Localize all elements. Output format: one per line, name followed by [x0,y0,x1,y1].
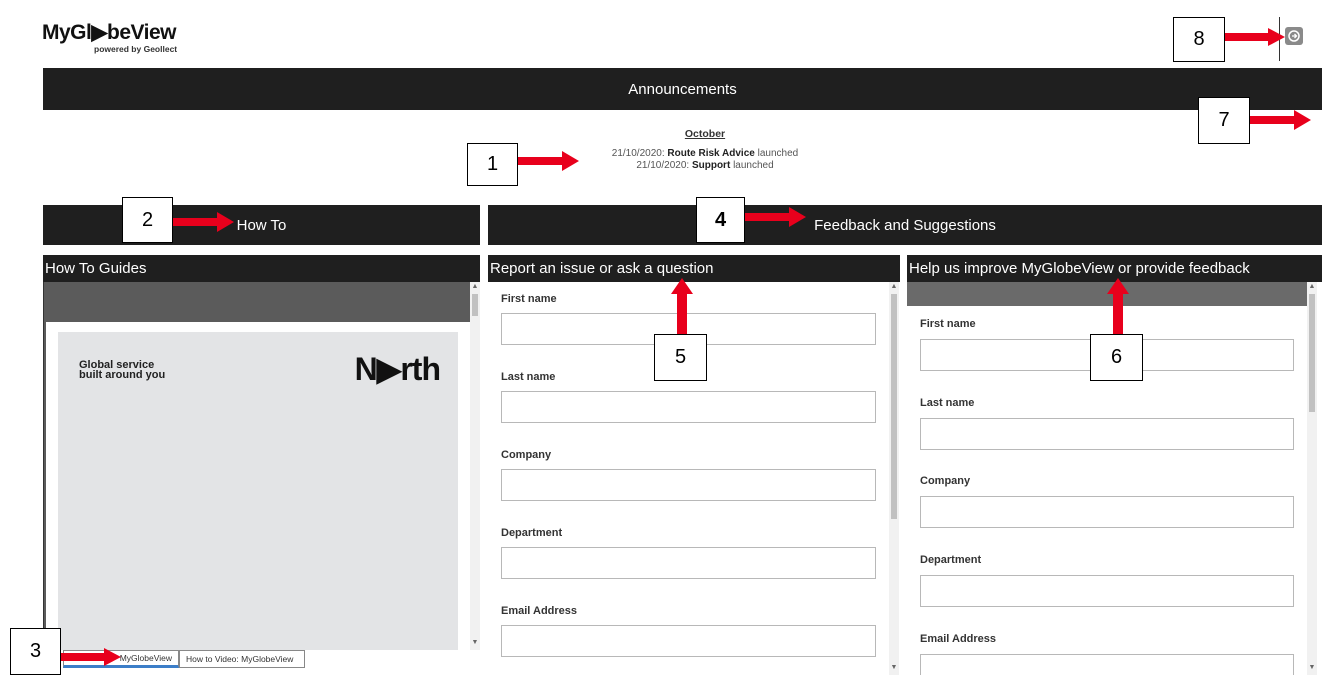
scroll-down-icon[interactable]: ▼ [889,663,899,673]
how-to-bar: How To [43,205,480,245]
annotation-label-4: 4 [696,197,745,243]
annotation-label-1: 1 [467,143,518,186]
annotation-arrow-2 [173,212,234,232]
scroll-thumb[interactable] [891,294,897,519]
guides-viewer[interactable]: Global service built around you N▶rth ▲ … [43,282,480,650]
department-field[interactable] [501,547,876,579]
annotation-arrow-7 [1250,110,1311,130]
logo-main-text: MyGl▶beView [42,21,176,44]
department-label: Department [501,527,563,539]
annotation-label-5: 5 [654,334,707,381]
guide-page: Global service built around you N▶rth [58,332,458,650]
annotation-arrow-1 [518,151,579,171]
report-panel-header: Report an issue or ask a question [488,255,900,282]
announcement-name: Route Risk Advice [667,148,755,159]
logo[interactable]: MyGl▶beView powered by Geollect [42,21,178,55]
annotation-arrow-3 [60,648,121,666]
exit-icon[interactable] [1285,27,1303,45]
email-label: Email Address [501,605,578,617]
annotation-label-3: 3 [10,628,61,675]
annotation-arrow-8 [1224,28,1285,46]
email-label: Email Address [920,633,997,645]
scroll-up-icon[interactable]: ▲ [889,282,899,292]
first-name-label: First name [501,293,557,305]
last-name-field[interactable] [501,391,876,423]
annotation-arrow-6 [1107,278,1129,334]
department-field[interactable] [920,575,1294,607]
scroll-thumb[interactable] [472,294,478,316]
last-name-label: Last name [920,397,975,409]
annotation-label-2: 2 [122,197,173,243]
how-to-title: How To [236,216,287,234]
guide-tagline: Global service built around you [79,360,166,381]
tab-how-to-video[interactable]: How to Video: MyGlobeView [179,650,305,668]
announcement-suffix: launched [733,160,774,171]
email-field[interactable] [920,654,1294,675]
north-logo: N▶rth [354,351,441,387]
guide-tagline-line: built around you [79,369,166,381]
email-field[interactable] [501,625,876,657]
annotation-label-7: 7 [1198,97,1250,144]
announcements-title: Announcements [628,80,737,98]
feedback-bar: Feedback and Suggestions [488,205,1322,245]
guides-panel-header: How To Guides [43,255,480,282]
company-field[interactable] [920,496,1294,528]
logo-sub-text: powered by Geollect [94,44,178,54]
last-name-label: Last name [501,371,556,383]
scroll-up-icon[interactable]: ▲ [1307,282,1317,292]
annotation-arrow-4 [745,207,806,227]
annotation-label-6: 6 [1090,334,1143,381]
annotation-arrow-5 [671,278,693,334]
first-name-label: First name [920,318,976,330]
scroll-up-icon[interactable]: ▲ [470,282,480,292]
guide-document: Global service built around you N▶rth [46,322,470,650]
report-scrollbar[interactable]: ▲ ▼ [889,282,899,675]
annotation-label-8: 8 [1173,17,1225,62]
announcement-date: 21/10/2020: [636,160,690,171]
improve-scrollbar[interactable]: ▲ ▼ [1307,282,1317,675]
scroll-down-icon[interactable]: ▼ [1307,663,1317,673]
announcement-month: October [684,128,726,140]
company-field[interactable] [501,469,876,501]
feedback-title: Feedback and Suggestions [814,216,996,234]
scroll-thumb[interactable] [1309,294,1315,412]
guides-scrollbar[interactable]: ▲ ▼ [470,282,480,650]
department-label: Department [920,554,982,566]
page: MyGl▶beView powered by Geollect Announce… [0,0,1329,675]
announcement-name: Support [691,160,731,171]
scroll-down-icon[interactable]: ▼ [470,638,480,648]
company-label: Company [501,449,552,461]
announcement-suffix: launched [757,148,799,159]
company-label: Company [920,475,971,487]
announcements-bar: Announcements [43,68,1322,110]
last-name-field[interactable] [920,418,1294,450]
announcement-date: 21/10/2020: [611,148,665,159]
